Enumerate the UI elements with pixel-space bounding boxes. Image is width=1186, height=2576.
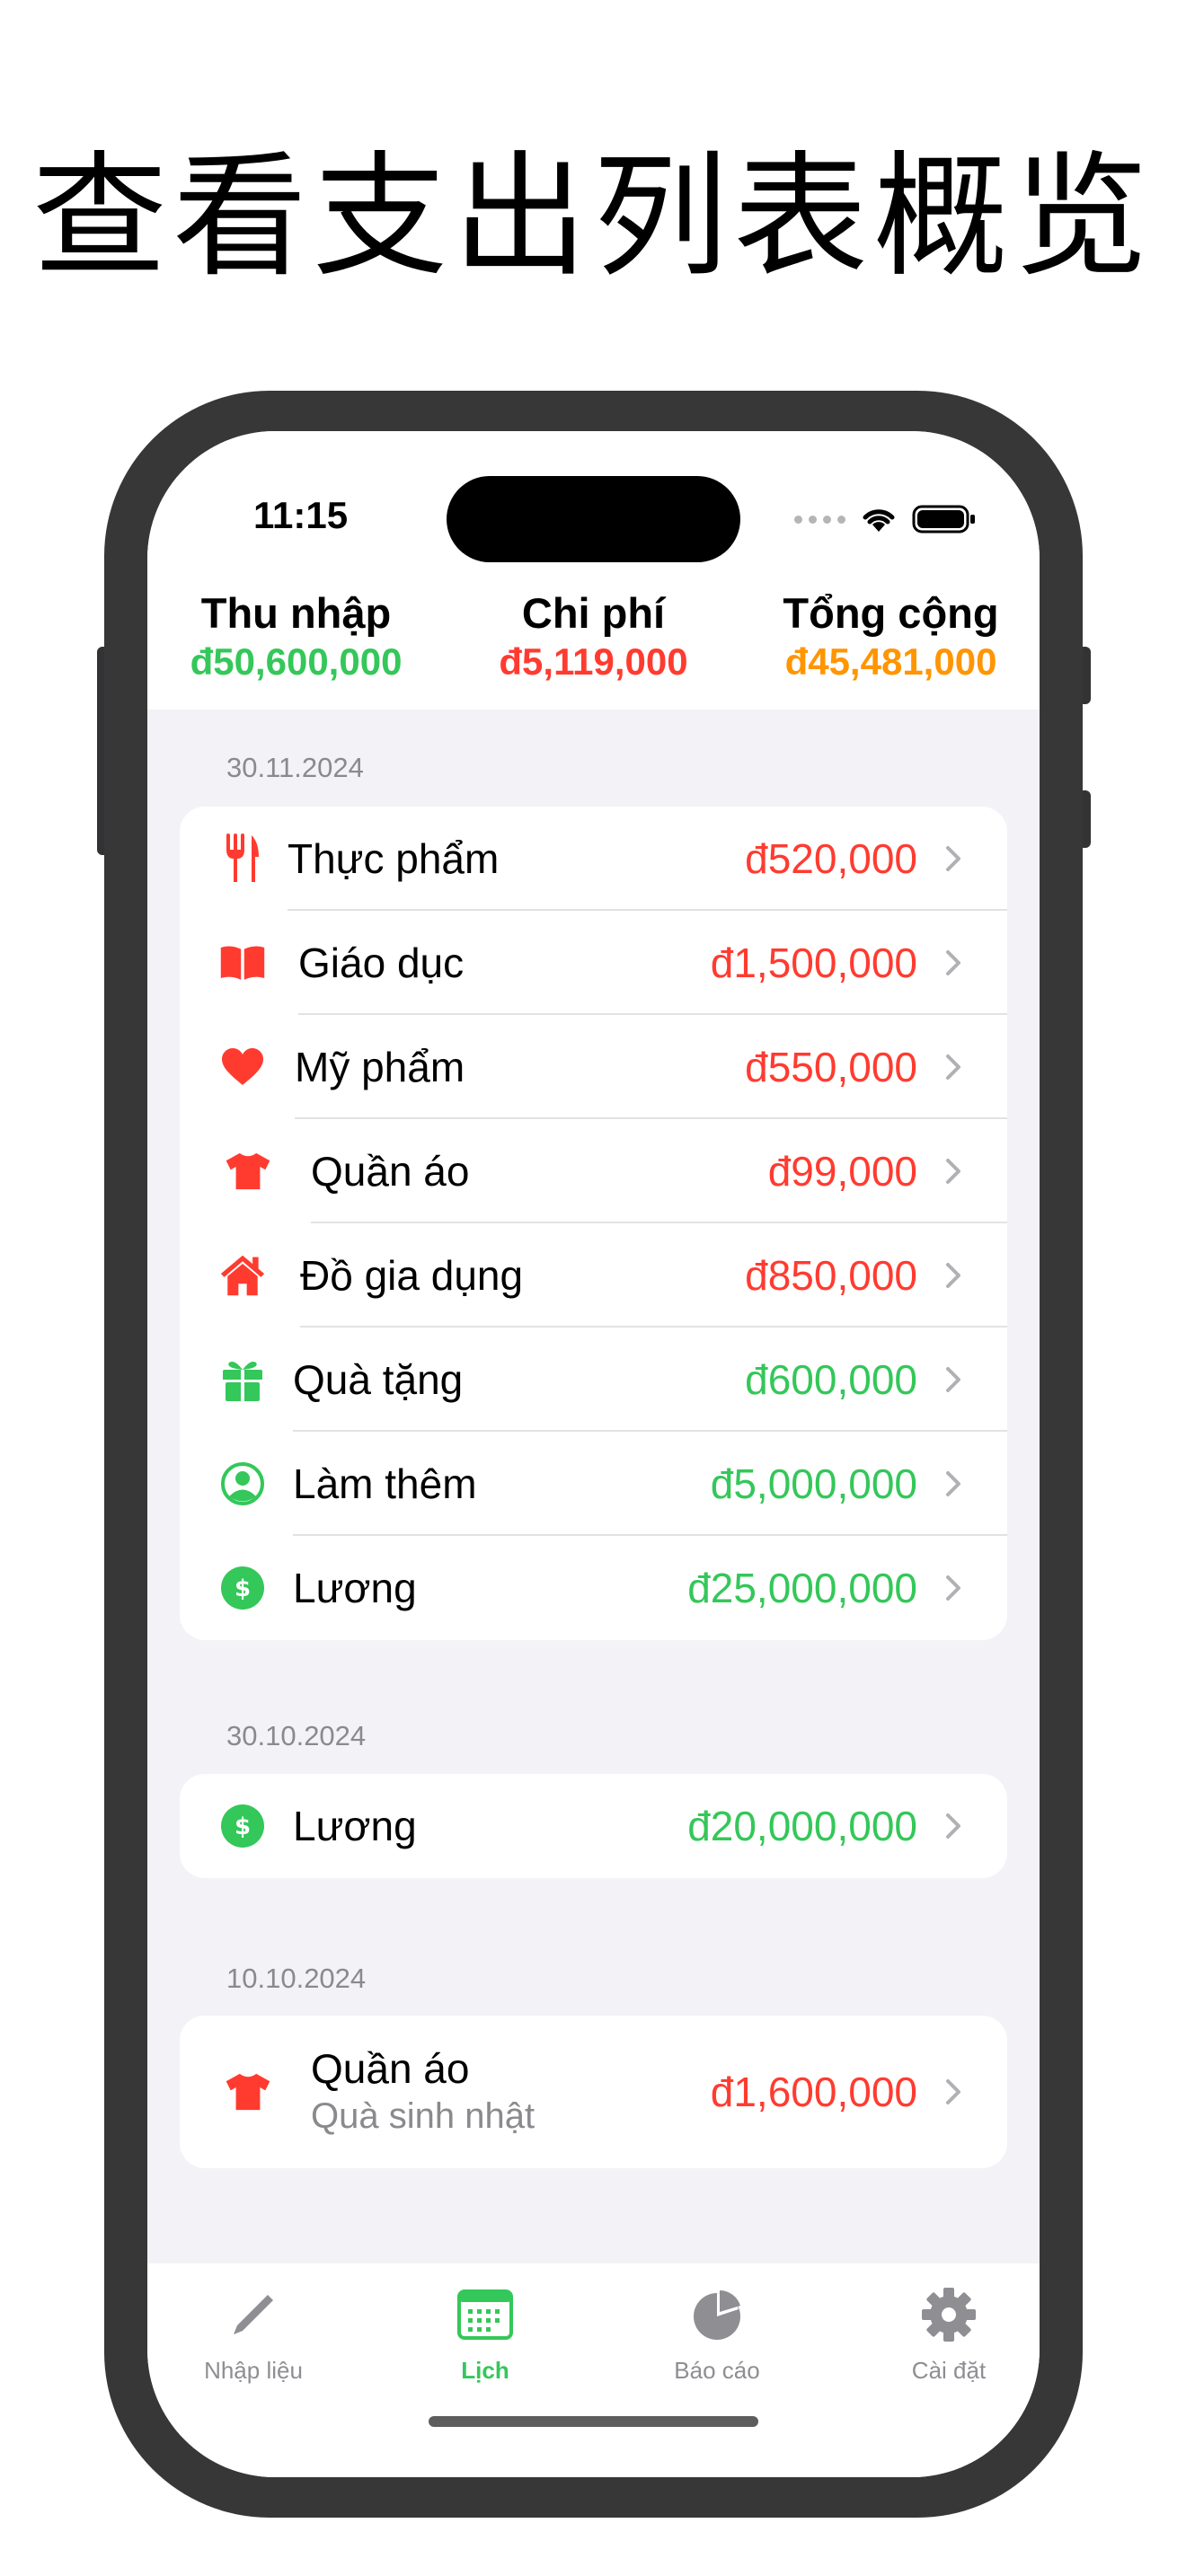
date-header: 30.10.2024 <box>226 1720 367 1751</box>
transaction-group-card: $ Lương đ20,000,000 <box>180 1774 1007 1878</box>
chevron-right-icon <box>946 1367 960 1392</box>
transaction-note: Quà sinh nhật <box>311 2096 535 2136</box>
amount: đ1,500,000 <box>710 940 917 986</box>
chevron-right-icon <box>946 1263 960 1288</box>
tshirt-icon <box>225 2069 271 2115</box>
pie-chart-icon <box>627 2283 807 2346</box>
tab-label: Cài đặt <box>911 2357 987 2384</box>
svg-text:$: $ <box>235 1575 251 1602</box>
transaction-row[interactable]: Quà tặng đ600,000 <box>180 1328 1007 1432</box>
category-label: Mỹ phẩm <box>295 1044 465 1090</box>
category-label: Thực phẩm <box>288 835 500 882</box>
book-icon <box>219 940 266 986</box>
heart-icon <box>219 1044 266 1090</box>
amount: đ850,000 <box>745 1252 917 1299</box>
amount: đ99,000 <box>767 1148 917 1195</box>
transaction-row[interactable]: $ Lương đ25,000,000 <box>180 1536 1007 1640</box>
dollar-circle-icon: $ <box>219 1565 266 1611</box>
tab-calendar[interactable]: Lịch <box>395 2283 575 2385</box>
transaction-row[interactable]: $ Lương đ20,000,000 <box>180 1774 1007 1878</box>
chevron-right-icon <box>946 1471 960 1496</box>
total-value: đ45,481,000 <box>784 640 997 683</box>
chevron-right-icon <box>946 1159 960 1184</box>
battery-icon <box>912 505 975 534</box>
amount: đ600,000 <box>745 1356 917 1403</box>
calendar-icon <box>395 2283 575 2346</box>
expense-label: Chi phí <box>521 589 666 637</box>
dollar-circle-icon: $ <box>219 1803 266 1849</box>
total-label: Tổng cộng <box>783 589 999 637</box>
tshirt-icon <box>225 1148 271 1195</box>
gift-icon <box>219 1356 266 1403</box>
amount: đ520,000 <box>745 835 917 882</box>
tab-label: Lịch <box>461 2357 509 2384</box>
category-label: Giáo dục <box>298 940 465 986</box>
transaction-row[interactable]: Mỹ phẩm đ550,000 <box>180 1015 1007 1119</box>
chevron-right-icon <box>946 1575 960 1601</box>
category-label: Lương <box>293 1565 417 1611</box>
income-summary: Thu nhập đ50,600,000 <box>147 588 445 685</box>
tab-report[interactable]: Báo cáo <box>627 2283 807 2385</box>
tab-settings[interactable]: Cài đặt <box>859 2283 1039 2385</box>
svg-text:$: $ <box>235 1813 251 1840</box>
transaction-row[interactable]: Quần áo đ99,000 <box>180 1119 1007 1223</box>
date-header: 10.10.2024 <box>226 1963 367 1994</box>
status-time: 11:15 <box>253 494 349 536</box>
transaction-row[interactable]: Đồ gia dụng đ850,000 <box>180 1223 1007 1328</box>
fork-knife-icon <box>219 834 266 882</box>
chevron-right-icon <box>946 1813 960 1839</box>
total-summary: Tổng cộng đ45,481,000 <box>742 588 1040 685</box>
tab-label: Nhập liệu <box>204 2357 303 2384</box>
promo-headline: 查看支出列表概览 <box>31 139 1154 296</box>
income-label: Thu nhập <box>200 589 392 637</box>
app-screen: Thu nhập đ50,600,000 Chi phí đ5,119,000 … <box>147 431 1040 2477</box>
transaction-group-card: Thực phẩm đ520,000 Giáo dục đ1,500,000 M… <box>180 807 1007 1640</box>
tab-input[interactable]: Nhập liệu <box>164 2283 343 2385</box>
category-label: Quần áo <box>311 2045 470 2092</box>
category-label: Đồ gia dụng <box>300 1252 524 1299</box>
dynamic-island <box>447 476 740 562</box>
person-circle-icon <box>219 1460 266 1507</box>
cellular-signal-icon <box>794 515 845 524</box>
transaction-row[interactable]: Thực phẩm đ520,000 <box>180 807 1007 911</box>
house-icon <box>219 1252 266 1299</box>
gear-icon <box>859 2283 1039 2346</box>
chevron-right-icon <box>946 2079 960 2104</box>
tab-bar: Nhập liệu Lịch Báo cáo Cài đặt <box>147 2263 1040 2477</box>
income-value: đ50,600,000 <box>190 640 403 683</box>
expense-value: đ5,119,000 <box>499 640 688 683</box>
chevron-right-icon <box>946 846 960 871</box>
tab-label: Báo cáo <box>674 2357 760 2384</box>
category-label: Lương <box>293 1803 417 1849</box>
category-label: Quần áo <box>311 1148 470 1195</box>
date-header: 30.11.2024 <box>226 752 364 783</box>
expense-summary: Chi phí đ5,119,000 <box>445 588 742 685</box>
transaction-row[interactable]: Giáo dục đ1,500,000 <box>180 911 1007 1015</box>
wifi-icon <box>863 509 895 532</box>
category-label: Làm thêm <box>293 1460 477 1507</box>
amount: đ20,000,000 <box>687 1803 917 1849</box>
amount: đ25,000,000 <box>687 1565 917 1611</box>
amount: đ1,600,000 <box>710 2069 917 2115</box>
transaction-row[interactable]: Quần áo Quà sinh nhật đ1,600,000 <box>180 2016 1007 2168</box>
summary-header: Thu nhập đ50,600,000 Chi phí đ5,119,000 … <box>147 431 1040 710</box>
pencil-icon <box>164 2283 343 2346</box>
chevron-right-icon <box>946 1054 960 1080</box>
amount: đ550,000 <box>745 1044 917 1090</box>
transaction-row[interactable]: Làm thêm đ5,000,000 <box>180 1432 1007 1536</box>
chevron-right-icon <box>946 950 960 975</box>
transaction-group-card: Quần áo Quà sinh nhật đ1,600,000 <box>180 2016 1007 2168</box>
home-indicator <box>429 2416 758 2427</box>
category-label: Quà tặng <box>293 1356 464 1403</box>
status-icons <box>794 501 977 537</box>
amount: đ5,000,000 <box>710 1460 917 1507</box>
